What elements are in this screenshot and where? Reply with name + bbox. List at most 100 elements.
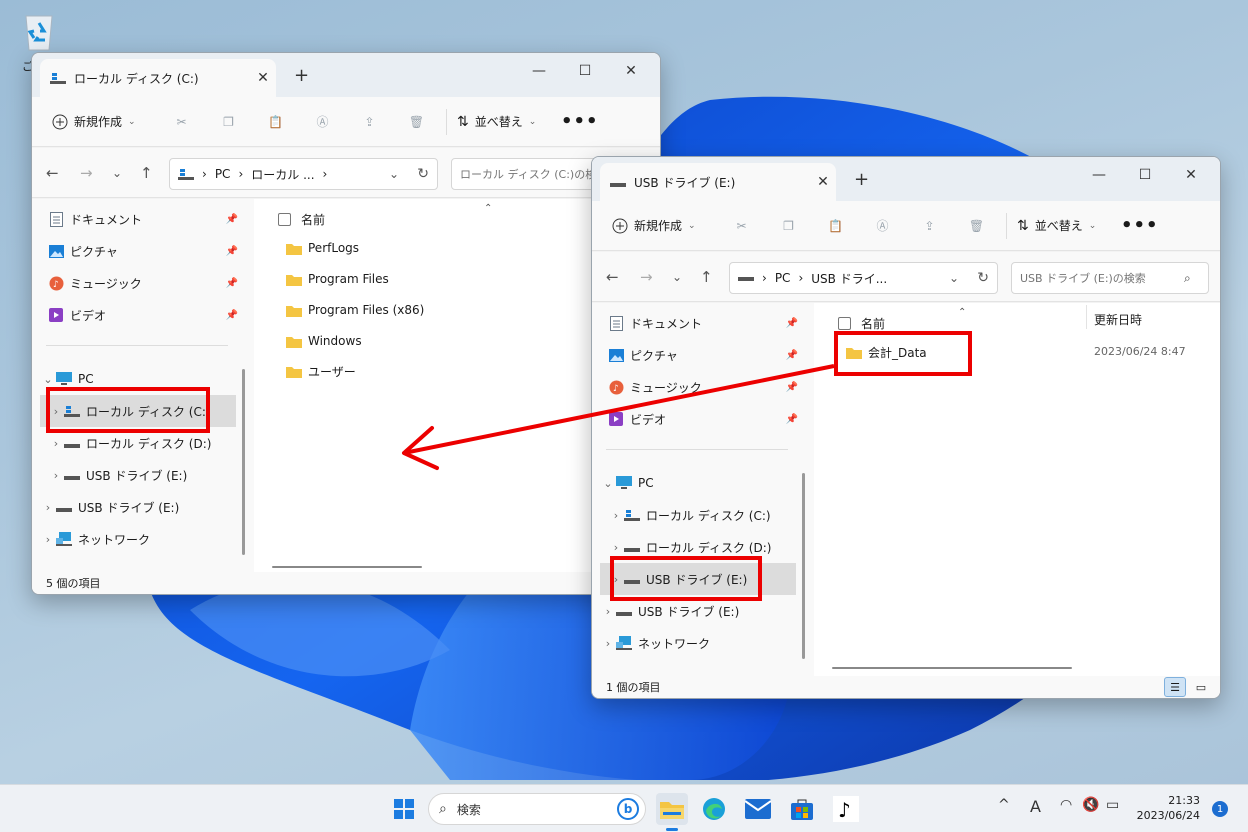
minimize-button[interactable]: — xyxy=(1076,161,1122,189)
refresh-icon[interactable]: ↻ xyxy=(977,270,989,286)
music-app-taskbar-icon[interactable]: ♪ xyxy=(830,793,862,825)
list-item[interactable]: ユーザー xyxy=(286,360,356,382)
volume-muted-icon[interactable]: 🔇 xyxy=(1082,797,1099,813)
sidebar-scrollbar[interactable] xyxy=(802,473,805,659)
maximize-button[interactable]: ☐ xyxy=(562,57,608,85)
copy-icon[interactable]: ❐ xyxy=(205,115,252,129)
sidebar-item-videos[interactable]: ビデオ 📌 xyxy=(48,299,238,331)
new-button[interactable]: 新規作成 ⌄ xyxy=(612,217,718,234)
address-bar[interactable]: › PC › ローカル ... › ⌄ ↻ xyxy=(169,158,438,190)
recent-chevron-icon[interactable]: ⌄ xyxy=(672,270,682,284)
sidebar-item-music[interactable]: ♪ ミュージック 📌 xyxy=(48,267,238,299)
list-item[interactable]: Windows xyxy=(286,330,362,352)
address-dropdown-icon[interactable]: ⌄ xyxy=(949,271,959,285)
list-item[interactable]: Program Files (x86) xyxy=(286,299,424,321)
more-options-button[interactable]: ••• xyxy=(1121,215,1159,236)
select-all-checkbox[interactable] xyxy=(278,213,291,226)
delete-icon[interactable]: 🗑 xyxy=(393,115,440,129)
sort-button[interactable]: ⇅ 並べ替え ⌄ xyxy=(457,113,561,130)
wifi-icon[interactable]: ◠ xyxy=(1060,797,1072,813)
ime-indicator[interactable]: A xyxy=(1030,797,1041,816)
pin-icon[interactable]: 📌 xyxy=(786,318,798,329)
share-icon[interactable]: ⇪ xyxy=(346,115,393,129)
pin-icon[interactable]: 📌 xyxy=(226,246,238,257)
sidebar-scrollbar[interactable] xyxy=(242,369,245,555)
tab-close-icon[interactable]: ✕ xyxy=(250,70,276,86)
chevron-right-icon[interactable]: › xyxy=(600,605,616,618)
share-icon[interactable]: ⇪ xyxy=(906,219,953,233)
tab-close-icon[interactable]: ✕ xyxy=(810,174,836,190)
chevron-right-icon[interactable]: › xyxy=(48,469,64,482)
delete-icon[interactable]: 🗑 xyxy=(953,219,1000,233)
rename-icon[interactable]: Ⓐ xyxy=(859,217,906,234)
close-button[interactable]: ✕ xyxy=(608,57,654,85)
recent-chevron-icon[interactable]: ⌄ xyxy=(112,166,122,180)
forward-arrow-icon[interactable]: → xyxy=(640,268,653,286)
pin-icon[interactable]: 📌 xyxy=(786,350,798,361)
battery-icon[interactable]: ▭ xyxy=(1106,797,1119,813)
sidebar-item-pictures[interactable]: ピクチャ 📌 xyxy=(48,235,238,267)
horizontal-scrollbar[interactable] xyxy=(832,667,1072,669)
tab-usb-drive-e[interactable]: USB ドライブ (E:) ✕ xyxy=(600,163,836,201)
rename-icon[interactable]: Ⓐ xyxy=(299,113,346,130)
more-options-button[interactable]: ••• xyxy=(561,111,599,132)
up-arrow-icon[interactable]: ↑ xyxy=(140,164,153,182)
pin-icon[interactable]: 📌 xyxy=(786,414,798,425)
maximize-button[interactable]: ☐ xyxy=(1122,161,1168,189)
breadcrumb-current[interactable]: USB ドライ... xyxy=(811,270,887,287)
chevron-right-icon[interactable]: › xyxy=(48,437,64,450)
sidebar-item-usb-e-under-pc[interactable]: › USB ドライブ (E:) xyxy=(48,459,252,491)
new-button[interactable]: 新規作成 ⌄ xyxy=(52,113,158,130)
edge-taskbar-icon[interactable] xyxy=(698,793,730,825)
tray-overflow-icon[interactable]: ^ xyxy=(998,797,1010,813)
tiles-view-icon[interactable]: ▭ xyxy=(1190,677,1212,697)
clock[interactable]: 21:33 2023/06/24 xyxy=(1137,793,1200,823)
pin-icon[interactable]: 📌 xyxy=(226,214,238,225)
details-view-icon[interactable]: ☰ xyxy=(1164,677,1186,697)
cut-icon[interactable]: ✂ xyxy=(718,219,765,233)
search-input[interactable] xyxy=(1020,271,1184,285)
list-item[interactable]: PerfLogs xyxy=(286,237,359,259)
chevron-down-icon[interactable]: ⌄ xyxy=(600,477,616,490)
sidebar-item-pc[interactable]: ⌄ PC xyxy=(600,467,804,499)
paste-icon[interactable]: 📋 xyxy=(252,115,299,129)
forward-arrow-icon[interactable]: → xyxy=(80,164,93,182)
chevron-right-icon[interactable]: › xyxy=(40,501,56,514)
file-explorer-taskbar-icon[interactable] xyxy=(656,793,688,831)
chevron-right-icon[interactable]: › xyxy=(40,533,56,546)
address-dropdown-icon[interactable]: ⌄ xyxy=(389,167,399,181)
list-item[interactable]: Program Files xyxy=(286,268,389,290)
minimize-button[interactable]: — xyxy=(516,57,562,85)
close-button[interactable]: ✕ xyxy=(1168,161,1214,189)
select-all-checkbox[interactable] xyxy=(838,317,851,330)
search-icon[interactable]: ⌕ xyxy=(1184,271,1208,286)
chevron-right-icon[interactable]: › xyxy=(600,637,616,650)
new-tab-button[interactable]: + xyxy=(294,65,309,86)
back-arrow-icon[interactable]: ← xyxy=(46,164,59,182)
taskbar-search[interactable]: ⌕ 検索 b xyxy=(428,793,646,825)
back-arrow-icon[interactable]: ← xyxy=(606,268,619,286)
search-box[interactable]: ⌕ xyxy=(1011,262,1209,294)
horizontal-scrollbar[interactable] xyxy=(272,566,422,568)
paste-icon[interactable]: 📋 xyxy=(812,219,859,233)
address-bar[interactable]: › PC › USB ドライ... ⌄ ↻ xyxy=(729,262,998,294)
store-taskbar-icon[interactable] xyxy=(786,793,818,825)
sidebar-item-network[interactable]: › ネットワーク xyxy=(40,523,244,555)
chevron-down-icon[interactable]: ⌄ xyxy=(40,373,56,386)
pin-icon[interactable]: 📌 xyxy=(226,278,238,289)
column-date-label[interactable]: 更新日時 xyxy=(1094,311,1142,328)
pin-icon[interactable]: 📌 xyxy=(226,310,238,321)
sidebar-item-local-disk-c[interactable]: › ローカル ディスク (C:) xyxy=(608,499,812,531)
column-header-name[interactable]: 名前 xyxy=(838,315,885,332)
sidebar-item-documents[interactable]: ドキュメント 📌 xyxy=(48,203,238,235)
up-arrow-icon[interactable]: ↑ xyxy=(700,268,713,286)
breadcrumb-current[interactable]: ローカル ... xyxy=(251,166,314,183)
cut-icon[interactable]: ✂ xyxy=(158,115,205,129)
sidebar-item-pictures[interactable]: ピクチャ 📌 xyxy=(608,339,798,371)
pin-icon[interactable]: 📌 xyxy=(786,382,798,393)
breadcrumb-pc[interactable]: PC xyxy=(775,271,791,285)
sidebar-item-network[interactable]: › ネットワーク xyxy=(600,627,804,659)
chevron-right-icon[interactable]: › xyxy=(608,541,624,554)
sidebar-item-usb-e[interactable]: › USB ドライブ (E:) xyxy=(40,491,244,523)
sidebar-item-music[interactable]: ♪ ミュージック 📌 xyxy=(608,371,798,403)
